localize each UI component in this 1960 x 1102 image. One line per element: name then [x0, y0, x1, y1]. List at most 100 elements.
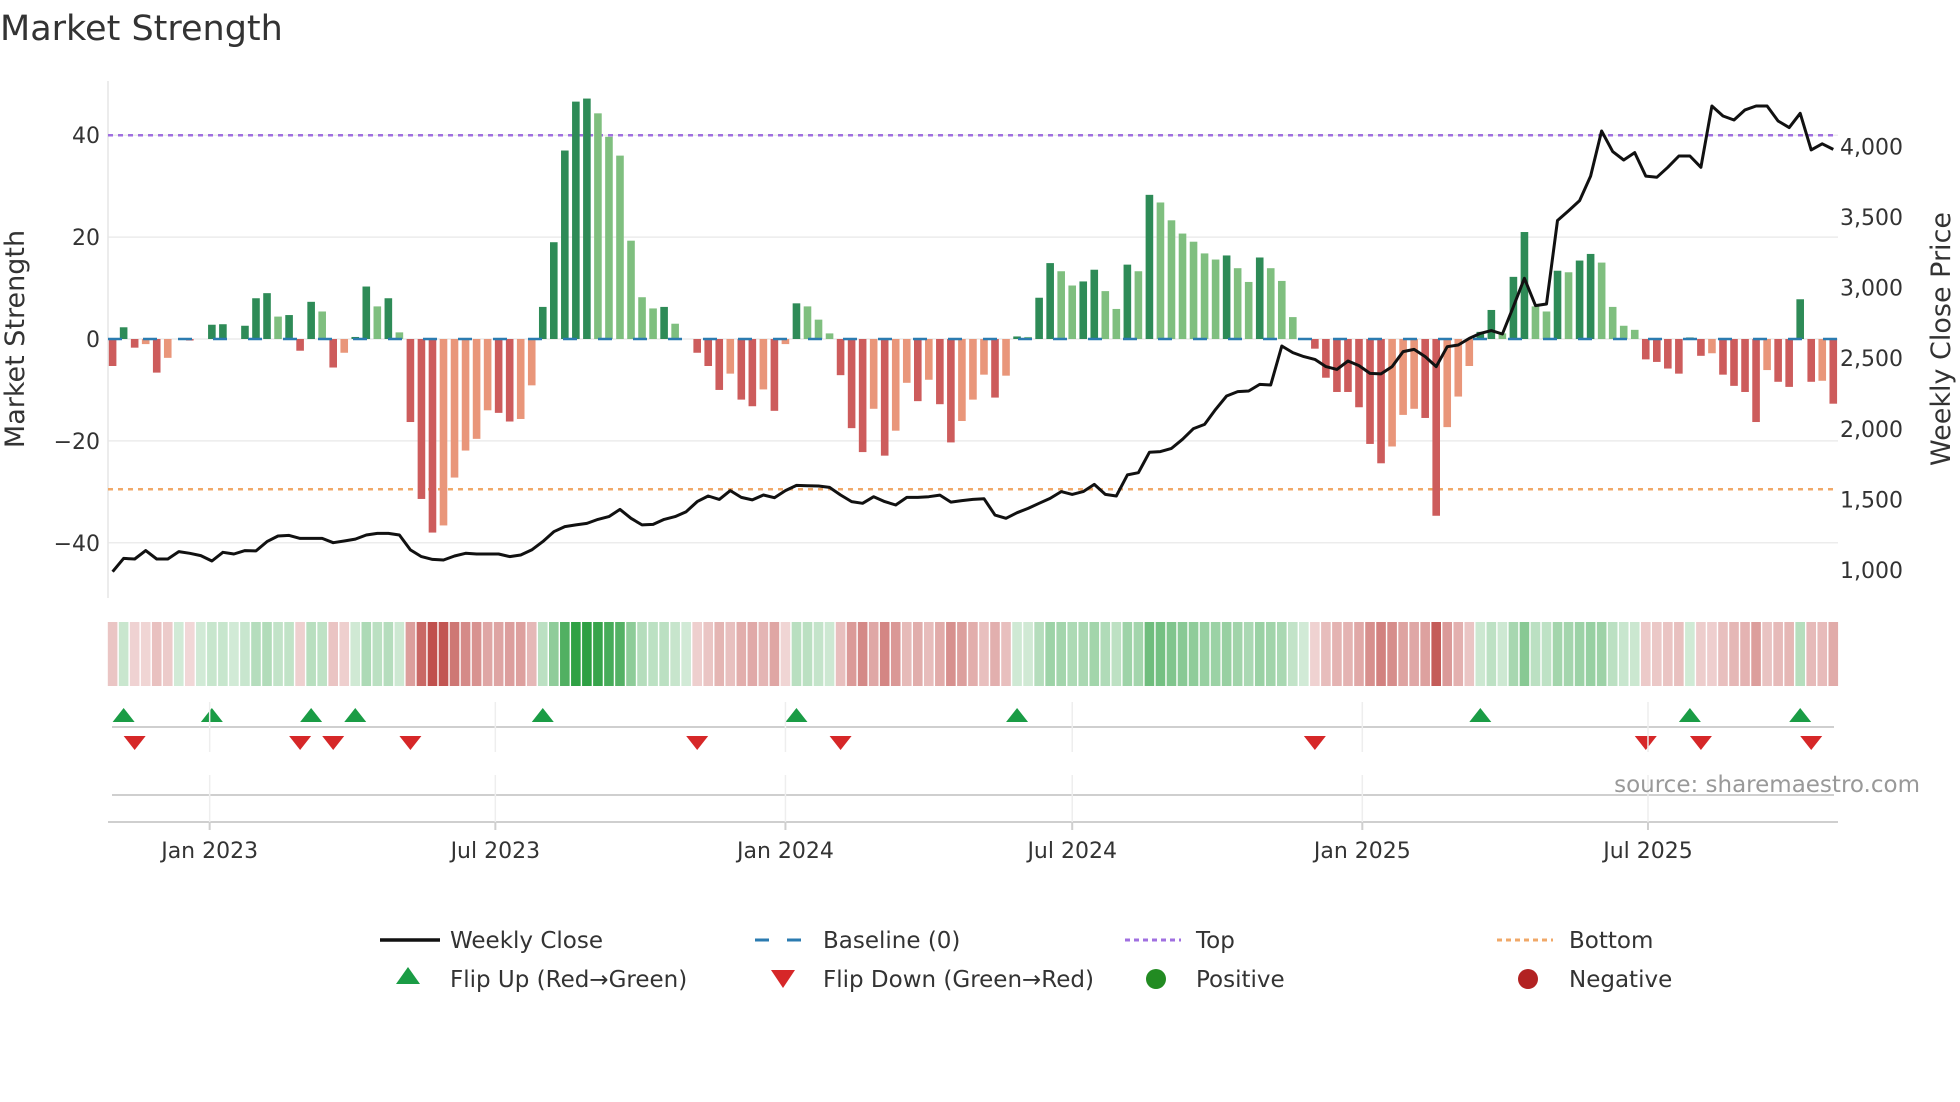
- heat-cell: [1519, 622, 1530, 686]
- heat-cell: [306, 622, 316, 686]
- flip-down-marker: [1800, 736, 1823, 750]
- strength-bar: [527, 339, 536, 386]
- heat-cell: [990, 622, 1000, 686]
- strength-bar: [1542, 311, 1551, 339]
- left-y-tick-label: 0: [86, 328, 100, 353]
- strength-bar: [1123, 264, 1132, 339]
- heat-cell: [1497, 622, 1508, 686]
- heat-cell: [537, 622, 548, 686]
- left-y-tick-label: −40: [54, 532, 100, 557]
- heat-cell: [725, 622, 736, 686]
- strength-bar: [671, 323, 679, 339]
- strength-bar: [1675, 339, 1683, 374]
- heat-cell: [1398, 622, 1408, 686]
- heat-cell: [780, 622, 791, 686]
- strength-bar: [1785, 339, 1793, 387]
- heat-cell: [1431, 622, 1441, 686]
- heat-cell: [1806, 622, 1817, 686]
- heat-cell: [1012, 622, 1022, 686]
- strength-bar: [616, 155, 624, 339]
- heat-cell: [218, 622, 228, 686]
- flip-down-marker: [123, 736, 146, 750]
- strength-bar: [1355, 339, 1363, 408]
- strength-bar: [803, 306, 812, 339]
- legend-flip-up-icon: [396, 967, 420, 984]
- heat-cell: [1552, 622, 1563, 686]
- heat-cell: [1321, 622, 1331, 686]
- strength-bar: [770, 339, 779, 411]
- heat-cell: [1089, 622, 1100, 686]
- heat-cell: [1376, 622, 1386, 686]
- heat-cell: [1541, 622, 1552, 686]
- right-y-axis-title: Weekly Close Price: [1926, 212, 1957, 466]
- strength-bar: [505, 339, 514, 422]
- heat-cell: [1795, 622, 1805, 686]
- strength-bar: [461, 339, 470, 451]
- strength-bar: [836, 339, 845, 376]
- strength-bar: [759, 339, 768, 390]
- strength-bar: [1454, 339, 1463, 397]
- legend: Weekly Close Baseline (0) Top Bottom Flip Up…: [380, 928, 1672, 993]
- heat-cell: [1740, 622, 1750, 686]
- strength-bar: [991, 339, 999, 398]
- heat-cell: [1618, 622, 1629, 686]
- heat-cell: [957, 622, 967, 686]
- strength-bar: [307, 301, 315, 339]
- strength-bar: [638, 297, 646, 339]
- strength-bar: [913, 339, 922, 402]
- heat-cell: [681, 622, 691, 686]
- strength-bar: [715, 339, 724, 390]
- flip-down-marker: [322, 736, 345, 750]
- strength-bar: [1377, 339, 1385, 464]
- flip-down-marker: [399, 736, 422, 750]
- heat-cell: [1629, 622, 1640, 686]
- flip-up-marker: [1789, 708, 1812, 722]
- heat-cell: [118, 622, 129, 686]
- legend-label-weekly-close: Weekly Close: [450, 928, 603, 954]
- heat-cell: [416, 622, 427, 686]
- left-y-axis: 40 20 0 −20 −40: [54, 124, 100, 557]
- strength-bar: [1564, 272, 1573, 339]
- heat-cell: [1199, 622, 1210, 686]
- strength-bar: [119, 327, 128, 339]
- heat-cell: [427, 622, 438, 686]
- strength-bar: [274, 316, 282, 339]
- flip-down-marker: [1303, 736, 1326, 750]
- strength-bar: [825, 333, 834, 339]
- legend-label-baseline: Baseline (0): [823, 928, 960, 954]
- heat-cell: [593, 622, 603, 686]
- heat-cell: [924, 622, 934, 686]
- heat-cell: [1023, 622, 1033, 686]
- heat-cell: [637, 622, 647, 686]
- strength-bar: [296, 339, 304, 351]
- strength-bar: [1553, 270, 1562, 339]
- left-y-tick-label: −20: [54, 430, 100, 455]
- heat-cell: [1707, 622, 1717, 686]
- heat-cell: [361, 622, 372, 686]
- strength-bar: [1167, 220, 1176, 339]
- strength-bar: [1134, 271, 1143, 339]
- strength-bar: [1741, 339, 1749, 392]
- heat-cell: [890, 622, 901, 686]
- left-y-axis-title: Market Strength: [0, 230, 31, 448]
- heat-cell: [1078, 622, 1089, 686]
- x-tick-label: Jul 2025: [1601, 839, 1693, 864]
- strength-bar: [704, 339, 713, 366]
- heat-cell: [1685, 622, 1695, 686]
- heat-cell: [1056, 622, 1066, 686]
- legend-label-flip-down: Flip Down (Green→Red): [823, 967, 1094, 993]
- flip-up-marker: [300, 708, 323, 722]
- strength-bar: [1189, 241, 1198, 339]
- strength-bar: [1575, 260, 1584, 339]
- heat-cell: [482, 622, 493, 686]
- x-tick-label: Jan 2023: [159, 839, 258, 864]
- heat-cell: [1343, 622, 1353, 686]
- heat-cell: [604, 622, 614, 686]
- heat-cell: [1674, 622, 1684, 686]
- strength-bar: [538, 306, 547, 339]
- strength-bar: [340, 339, 349, 353]
- heat-cell: [273, 622, 283, 686]
- strength-bar: [969, 339, 977, 400]
- heat-cell: [1045, 622, 1055, 686]
- heat-cell: [813, 622, 824, 686]
